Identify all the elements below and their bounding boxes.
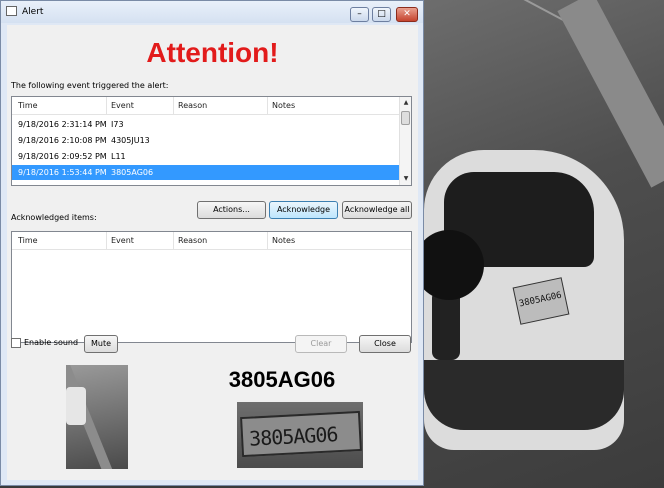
alert-window: Alert – □ ✕ Attention! The following eve… <box>0 0 424 486</box>
attention-heading: Attention! <box>146 37 279 68</box>
recognized-plate-text: 3805AG06 <box>228 367 336 392</box>
clear-button[interactable]: Clear <box>295 335 347 353</box>
column-divider[interactable] <box>267 97 268 115</box>
plate-crop: 3805AG06 <box>240 410 362 458</box>
vehicle-snapshot-image <box>66 365 128 469</box>
events-list[interactable]: Time Event Reason Notes 9/18/2016 2:31:1… <box>11 96 412 186</box>
events-scrollbar[interactable]: ▲ ▼ <box>399 97 411 185</box>
car-tail-light <box>432 290 460 360</box>
ack-column-notes[interactable]: Notes <box>272 236 295 245</box>
enable-sound-label[interactable]: Enable sound <box>24 338 78 347</box>
event-id: 4305JU13 <box>111 136 150 145</box>
event-time: 9/18/2016 2:31:14 PM <box>18 120 107 129</box>
plate-crop-characters: 3805AG06 <box>248 422 339 451</box>
event-time: 9/18/2016 1:53:44 PM <box>18 168 107 177</box>
close-window-button[interactable]: ✕ <box>396 7 418 22</box>
event-row[interactable]: 9/18/2016 2:10:08 PM 4305JU13 <box>12 133 400 148</box>
column-reason[interactable]: Reason <box>178 101 207 110</box>
column-divider[interactable] <box>173 97 174 115</box>
scroll-up-arrow-icon[interactable]: ▲ <box>400 97 411 109</box>
acknowledge-button[interactable]: Acknowledge <box>269 201 338 219</box>
events-list-header: Time Event Reason Notes <box>12 97 411 115</box>
acknowledge-all-button[interactable]: Acknowledge all <box>342 201 412 219</box>
window-icon <box>6 6 17 16</box>
event-time: 9/18/2016 2:09:52 PM <box>18 152 107 161</box>
maximize-button[interactable]: □ <box>372 7 391 22</box>
ack-column-reason[interactable]: Reason <box>178 236 207 245</box>
car-plate-text: 3805AG06 <box>518 290 563 310</box>
column-time[interactable]: Time <box>18 101 38 110</box>
car-bumper <box>424 360 624 430</box>
column-divider[interactable] <box>173 232 174 250</box>
event-id: I73 <box>111 120 124 129</box>
event-row[interactable]: 9/18/2016 2:31:14 PM I73 <box>12 117 400 132</box>
scroll-down-arrow-icon[interactable]: ▼ <box>400 173 411 185</box>
event-row[interactable]: 9/18/2016 1:53:44 PM 3805AG06 <box>12 165 400 180</box>
acknowledged-list-header: Time Event Reason Notes <box>12 232 411 250</box>
scrollbar-thumb[interactable] <box>401 111 410 125</box>
column-notes[interactable]: Notes <box>272 101 295 110</box>
snapshot-car <box>66 387 86 425</box>
column-divider[interactable] <box>106 97 107 115</box>
enable-sound-checkbox[interactable] <box>11 338 21 348</box>
window-title: Alert <box>22 7 44 17</box>
acknowledged-list[interactable]: Time Event Reason Notes <box>11 231 412 343</box>
mute-button[interactable]: Mute <box>84 335 118 353</box>
events-label: The following event triggered the alert: <box>11 81 169 90</box>
event-row[interactable]: 9/18/2016 2:09:52 PM L11 <box>12 149 400 164</box>
event-id: 3805AG06 <box>111 168 154 177</box>
column-divider[interactable] <box>106 232 107 250</box>
ack-column-time[interactable]: Time <box>18 236 38 245</box>
ack-column-event[interactable]: Event <box>111 236 134 245</box>
dialog-body: Attention! The following event triggered… <box>7 25 418 480</box>
camera-background-image: 3805AG06 <box>424 0 664 488</box>
car-license-plate: 3805AG06 <box>512 277 570 325</box>
plate-crop-image: 3805AG06 <box>237 402 363 468</box>
car: 3805AG06 <box>424 150 624 450</box>
title-bar[interactable]: Alert – □ ✕ <box>1 1 423 23</box>
column-event[interactable]: Event <box>111 101 134 110</box>
minimize-button[interactable]: – <box>350 7 369 22</box>
acknowledged-label: Acknowledged items: <box>11 213 97 222</box>
column-divider[interactable] <box>267 232 268 250</box>
event-id: L11 <box>111 152 126 161</box>
actions-button[interactable]: Actions... <box>197 201 266 219</box>
event-time: 9/18/2016 2:10:08 PM <box>18 136 107 145</box>
close-button[interactable]: Close <box>359 335 411 353</box>
